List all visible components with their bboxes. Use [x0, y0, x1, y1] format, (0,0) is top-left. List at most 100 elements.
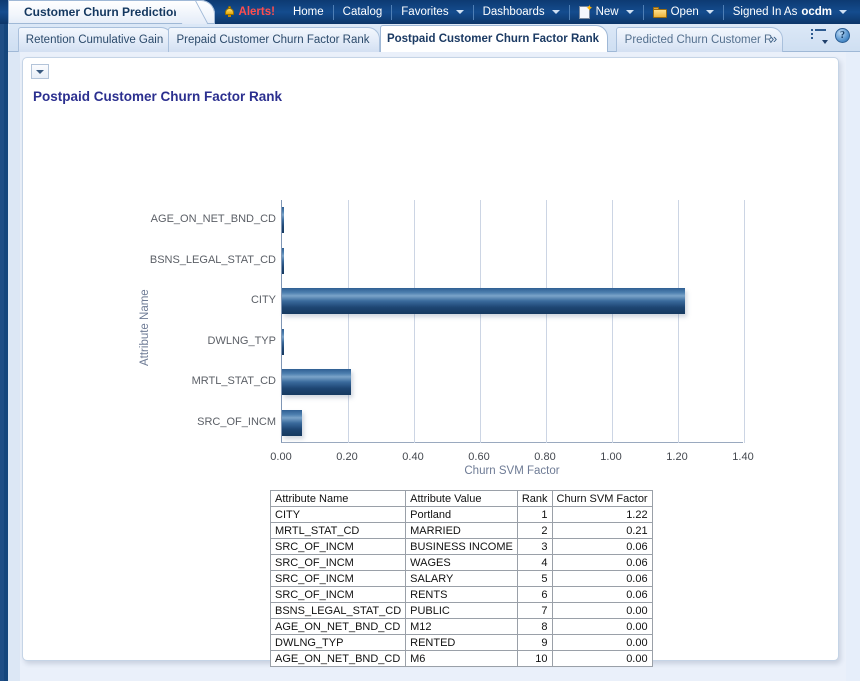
- table-row[interactable]: BSNS_LEGAL_STAT_CDPUBLIC70.00: [271, 603, 653, 619]
- page-tab-tools: ?: [811, 28, 850, 43]
- dashboard-content-panel: Postpaid Customer Churn Factor Rank Attr…: [22, 57, 839, 661]
- column-header-churn-svm-factor[interactable]: Churn SVM Factor: [552, 491, 652, 507]
- bar-mrtl-stat-cd[interactable]: [282, 369, 351, 395]
- table-row[interactable]: DWLNG_TYPRENTED90.00: [271, 635, 653, 651]
- y-tick-label: AGE_ON_NET_BND_CD: [151, 213, 276, 225]
- table-row[interactable]: SRC_OF_INCMWAGES40.06: [271, 555, 653, 571]
- x-tick-label: 0.80: [534, 451, 555, 463]
- bar-city[interactable]: [282, 288, 685, 314]
- nav-open[interactable]: Open: [644, 0, 723, 24]
- table-cell: SRC_OF_INCM: [271, 587, 406, 603]
- bar-row: [282, 403, 744, 444]
- signed-in-as[interactable]: Signed In As ocdm: [724, 0, 856, 24]
- signed-in-user: ocdm: [801, 6, 832, 18]
- page-title: Postpaid Customer Churn Factor Rank: [33, 89, 282, 104]
- table-cell: 0.06: [552, 587, 652, 603]
- y-tick-label: MRTL_STAT_CD: [192, 375, 276, 387]
- nav-favorites[interactable]: Favorites: [392, 0, 472, 24]
- chevron-down-icon: [626, 10, 634, 14]
- x-tick-label: 0.40: [402, 451, 423, 463]
- table-cell: CITY: [271, 507, 406, 523]
- table-cell: 8: [517, 619, 552, 635]
- x-tick-label: 1.40: [732, 451, 753, 463]
- table-cell: Portland: [406, 507, 518, 523]
- table-row[interactable]: SRC_OF_INCMSALARY50.06: [271, 571, 653, 587]
- tab-overflow-chevron-icon[interactable]: »: [770, 31, 777, 46]
- x-tick-label: 0.60: [468, 451, 489, 463]
- tab-postpaid-customer-churn-factor-rank[interactable]: Postpaid Customer Churn Factor Rank: [380, 25, 608, 52]
- x-tick-label: 1.20: [666, 451, 687, 463]
- table-cell: 9: [517, 635, 552, 651]
- table-cell: 0.06: [552, 555, 652, 571]
- nav-new[interactable]: ✦ New: [570, 0, 643, 24]
- table-cell: 0.00: [552, 603, 652, 619]
- column-header-attribute-name[interactable]: Attribute Name: [271, 491, 406, 507]
- table-row[interactable]: MRTL_STAT_CDMARRIED20.21: [271, 523, 653, 539]
- bar-dwlng-typ[interactable]: [282, 329, 284, 355]
- table-row[interactable]: SRC_OF_INCMBUSINESS INCOME30.06: [271, 539, 653, 555]
- table-row[interactable]: CITYPortland11.22: [271, 507, 653, 523]
- tab-retention-cumulative-gain[interactable]: Retention Cumulative Gain: [18, 27, 173, 52]
- table-row[interactable]: AGE_ON_NET_BND_CDM1280.00: [271, 619, 653, 635]
- bar-age-on-net-bnd-cd[interactable]: [282, 207, 284, 233]
- table-cell: WAGES: [406, 555, 518, 571]
- table-row[interactable]: SRC_OF_INCMRENTS60.06: [271, 587, 653, 603]
- churn-factor-table: Attribute Name Attribute Value Rank Chur…: [270, 490, 653, 667]
- table-row[interactable]: AGE_ON_NET_BND_CDM6100.00: [271, 651, 653, 667]
- nav-dashboards[interactable]: Dashboards: [474, 0, 569, 24]
- table-cell: M6: [406, 651, 518, 667]
- bar-bsns-legal-stat-cd[interactable]: [282, 248, 284, 274]
- panel-menu-button[interactable]: [31, 64, 49, 79]
- chevron-down-icon: [36, 70, 44, 74]
- y-axis-title: Attribute Name: [139, 289, 151, 366]
- chart-plot-area: [281, 200, 743, 443]
- table-cell: 6: [517, 587, 552, 603]
- table-cell: MRTL_STAT_CD: [271, 523, 406, 539]
- table-cell: 1.22: [552, 507, 652, 523]
- table-cell: 0.00: [552, 651, 652, 667]
- x-axis-title: Churn SVM Factor: [281, 465, 743, 477]
- table-cell: 3: [517, 539, 552, 555]
- help-icon[interactable]: ?: [835, 28, 850, 43]
- x-tick-label: 0.20: [336, 451, 357, 463]
- signed-in-label: Signed In As: [733, 6, 798, 18]
- table-cell: SRC_OF_INCM: [271, 555, 406, 571]
- application-window: Alerts! Home Catalog Favorites Dashboard…: [0, 0, 860, 681]
- gridline: [744, 200, 745, 443]
- table-cell: MARRIED: [406, 523, 518, 539]
- table-cell: 0.00: [552, 635, 652, 651]
- chevron-down-icon: [839, 10, 847, 14]
- table-cell: AGE_ON_NET_BND_CD: [271, 651, 406, 667]
- table-cell: 0.21: [552, 523, 652, 539]
- bar-row: [282, 322, 744, 363]
- tab-label: Retention Cumulative Gain: [26, 34, 163, 46]
- tab-predicted-churn-customer-r[interactable]: Predicted Churn Customer R: [616, 27, 783, 52]
- nav-home-label: Home: [293, 6, 324, 18]
- global-nav: Alerts! Home Catalog Favorites Dashboard…: [215, 0, 856, 24]
- chevron-down-icon: [552, 10, 560, 14]
- nav-new-label: New: [596, 6, 619, 18]
- bar-row: [282, 200, 744, 241]
- bar-row: [282, 281, 744, 322]
- table-cell: 10: [517, 651, 552, 667]
- tab-label: Predicted Churn Customer R: [625, 34, 773, 46]
- window-right-gutter: [846, 0, 860, 681]
- churn-factor-bar-chart: Attribute Name AGE_ON_NET_BND_CDBSNS_LEG…: [23, 118, 840, 498]
- bar-src-of-incm[interactable]: [282, 410, 302, 436]
- nav-alerts[interactable]: Alerts!: [215, 0, 284, 24]
- nav-dashboards-label: Dashboards: [483, 6, 545, 18]
- column-header-rank[interactable]: Rank: [517, 491, 552, 507]
- table-cell: 0.00: [552, 619, 652, 635]
- x-tick-label: 0.00: [270, 451, 291, 463]
- column-header-attribute-value[interactable]: Attribute Value: [406, 491, 518, 507]
- table-cell: AGE_ON_NET_BND_CD: [271, 619, 406, 635]
- nav-catalog[interactable]: Catalog: [334, 0, 392, 24]
- table-cell: 0.06: [552, 571, 652, 587]
- page-options-icon[interactable]: [811, 29, 826, 42]
- table-cell: RENTED: [406, 635, 518, 651]
- nav-home[interactable]: Home: [284, 0, 333, 24]
- global-header: Alerts! Home Catalog Favorites Dashboard…: [0, 0, 860, 24]
- table-cell: 7: [517, 603, 552, 619]
- tab-prepaid-customer-churn-factor-rank[interactable]: Prepaid Customer Churn Factor Rank: [168, 27, 380, 52]
- table-cell: M12: [406, 619, 518, 635]
